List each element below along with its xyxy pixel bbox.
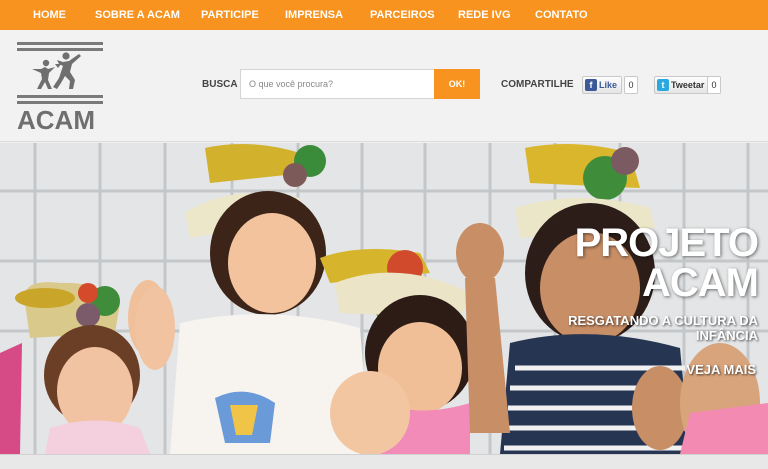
nav-item-parceiros[interactable]: PARCEIROS bbox=[370, 0, 435, 30]
content-strip bbox=[0, 454, 768, 469]
hero-title: PROJETO ACAM bbox=[574, 221, 759, 305]
tweet-button[interactable]: t Tweetar bbox=[654, 76, 710, 94]
tweet-label: Tweetar bbox=[671, 80, 705, 90]
nav-item-participe[interactable]: PARTICIPE bbox=[201, 0, 259, 30]
hero-title-line-1: PROJETO bbox=[574, 221, 759, 265]
nav-item-imprensa[interactable]: IMPRENSA bbox=[285, 0, 343, 30]
site-header: ACAM BUSCA OK! COMPARTILHE f Like 0 t Tw… bbox=[0, 30, 768, 142]
top-navigation: HOME SOBRE A ACAM PARTICIPE IMPRENSA PAR… bbox=[0, 0, 768, 30]
nav-item-rede-ivg[interactable]: REDE IVG bbox=[458, 0, 511, 30]
search-ok-button[interactable]: OK! bbox=[434, 69, 480, 99]
search-label: BUSCA bbox=[202, 79, 238, 90]
logo-text: ACAM bbox=[17, 105, 95, 135]
tweet-count: 0 bbox=[707, 76, 721, 94]
nav-item-contato[interactable]: CONTATO bbox=[535, 0, 588, 30]
share-label: COMPARTILHE bbox=[501, 79, 574, 90]
facebook-like-count: 0 bbox=[624, 76, 638, 94]
hero-banner[interactable]: PROJETO ACAM RESGATANDO A CULTURA DA INF… bbox=[0, 143, 768, 454]
nav-item-sobre-a-acam[interactable]: SOBRE A ACAM bbox=[95, 0, 180, 30]
facebook-like-button[interactable]: f Like bbox=[582, 76, 623, 94]
facebook-icon: f bbox=[585, 79, 597, 91]
hero-title-line-2: ACAM bbox=[642, 261, 759, 305]
nav-item-home[interactable]: HOME bbox=[33, 0, 66, 30]
acam-logo[interactable]: ACAM bbox=[17, 42, 103, 134]
facebook-like-label: Like bbox=[599, 80, 618, 90]
search-input[interactable] bbox=[240, 69, 436, 99]
twitter-icon: t bbox=[657, 79, 669, 91]
hero-subtitle: RESGATANDO A CULTURA DA INFÂNCIA bbox=[568, 313, 758, 343]
hero-veja-mais-link[interactable]: VEJA MAIS bbox=[686, 362, 756, 377]
